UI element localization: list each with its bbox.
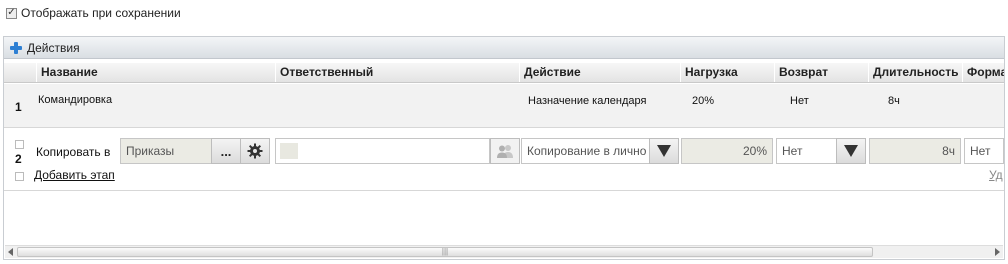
row-number: 1	[15, 100, 22, 114]
row-return: Нет	[790, 95, 809, 107]
action-select[interactable]: Копирование в лично	[521, 138, 651, 164]
scrollbar-thumb[interactable]: |||	[17, 247, 873, 257]
load-input[interactable]: 20%	[681, 138, 773, 164]
column-header-form[interactable]: Форма	[962, 63, 1004, 82]
settings-button[interactable]	[240, 138, 270, 164]
column-header-name[interactable]: Название	[36, 63, 276, 82]
copy-to-label: Копировать в	[36, 145, 111, 159]
column-header-load[interactable]: Нагрузка	[680, 63, 775, 82]
column-header-action[interactable]: Действие	[519, 63, 681, 82]
responsible-avatar-placeholder	[280, 143, 298, 159]
add-stage-link[interactable]: Добавить этап	[34, 168, 115, 182]
scroll-left-icon[interactable]	[8, 248, 13, 256]
column-header-responsible[interactable]: Ответственный	[275, 63, 520, 82]
gear-icon	[247, 143, 263, 159]
row-select-checkbox[interactable]	[15, 140, 24, 149]
column-header-return[interactable]: Возврат	[774, 63, 869, 82]
row-duration: 8ч	[888, 95, 900, 107]
duration-input[interactable]: 8ч	[869, 138, 961, 164]
select-user-button[interactable]	[490, 138, 520, 164]
stages-panel: Действия Название Ответственный Действие…	[3, 36, 1005, 260]
chevron-down-icon	[844, 145, 858, 157]
row-load: 20%	[692, 95, 715, 107]
edit-row-number: 2	[15, 152, 22, 166]
responsible-input[interactable]	[275, 138, 490, 164]
browse-button[interactable]: ...	[211, 138, 241, 164]
row-name: Командировка	[38, 94, 113, 106]
actions-toolbar: Действия	[4, 37, 1004, 59]
return-dropdown-button[interactable]	[836, 138, 866, 164]
table-header: Название Ответственный Действие Нагрузка…	[4, 63, 1004, 83]
horizontal-scrollbar[interactable]: |||	[5, 245, 1003, 258]
column-header-duration[interactable]: Длительность	[868, 63, 963, 82]
return-select[interactable]: Нет	[776, 138, 838, 164]
users-icon	[497, 145, 513, 158]
show-on-save-label: Отображать при сохранении	[21, 6, 181, 20]
row-action: Назначение календаря	[528, 95, 647, 107]
show-on-save-checkbox[interactable]: ✓ Отображать при сохранении	[6, 6, 181, 20]
plus-icon[interactable]	[10, 41, 22, 54]
chevron-down-icon	[657, 145, 671, 157]
add-row-checkbox[interactable]	[15, 172, 24, 181]
copy-target-field[interactable]: Приказы	[120, 138, 212, 164]
checkbox-check-icon[interactable]: ✓	[6, 7, 17, 19]
edit-row: 2 Копировать в Приказы ... Копирование в…	[4, 129, 1004, 191]
table-row[interactable]: 1 Командировка Назначение календаря 20% …	[4, 84, 1004, 128]
scroll-right-icon[interactable]	[995, 248, 1000, 256]
form-select[interactable]: Нет	[964, 138, 1004, 164]
action-dropdown-button[interactable]	[649, 138, 679, 164]
actions-menu[interactable]: Действия	[27, 41, 80, 55]
delete-link[interactable]: Уд	[989, 168, 1003, 182]
